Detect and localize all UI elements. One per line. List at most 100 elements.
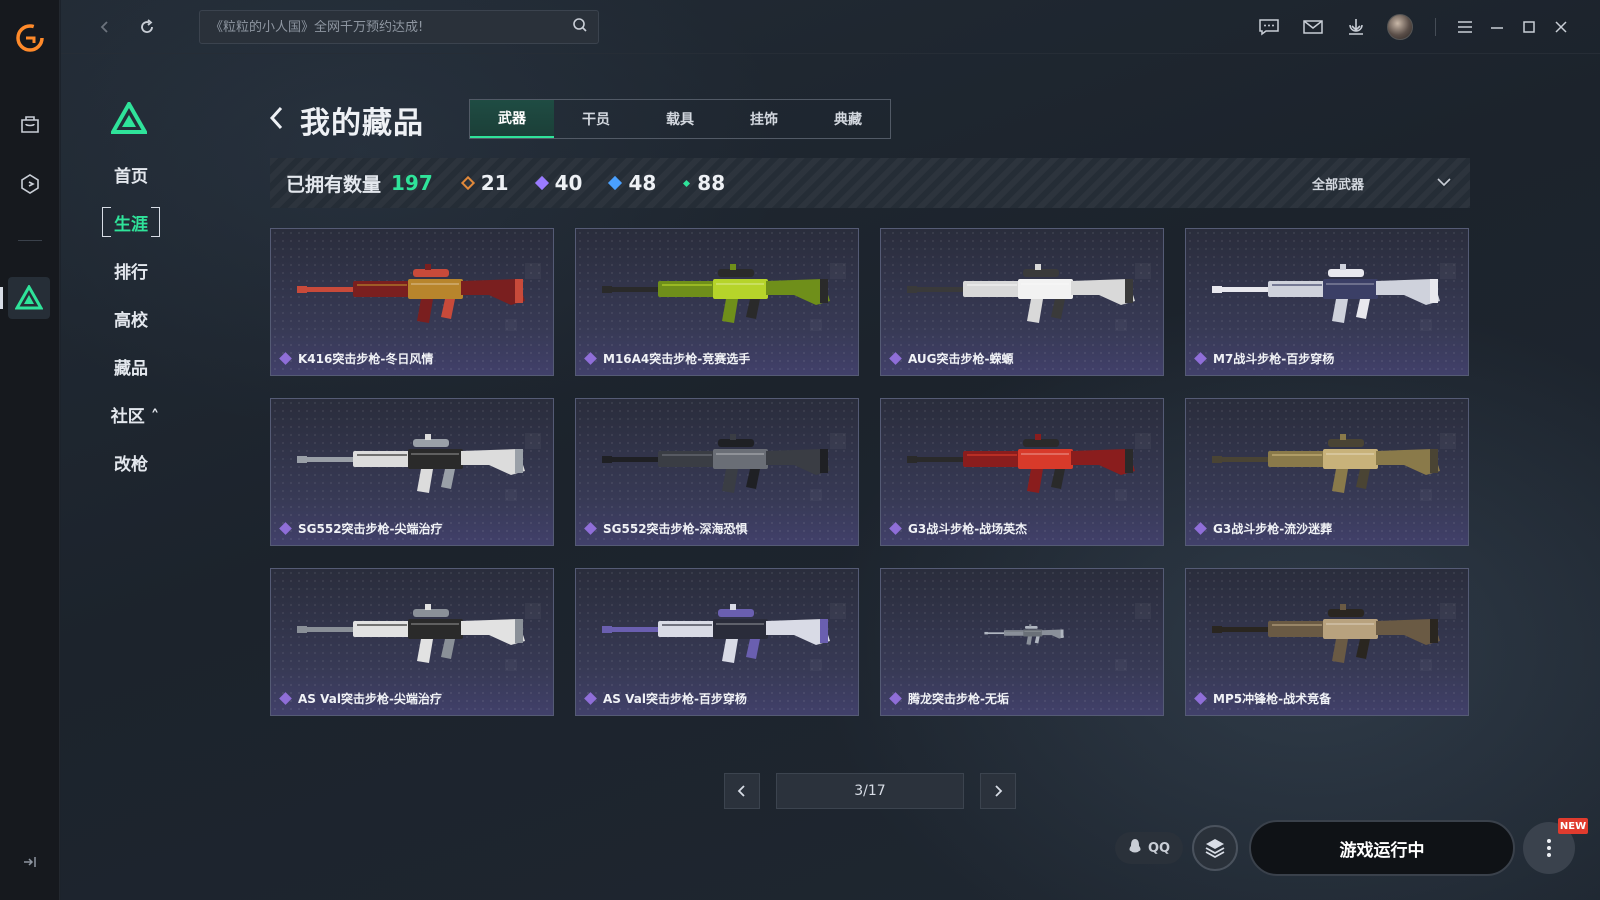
item-card[interactable]: SG552突击步枪-深海恐惧	[575, 398, 859, 546]
rarity-blue-value: 48	[628, 171, 657, 195]
item-card[interactable]: 腾龙突击步枪-无垢	[880, 568, 1164, 716]
prev-page-button[interactable]	[724, 773, 760, 809]
rarity-blue-count: 48	[608, 171, 657, 195]
item-card[interactable]: AS Val突击步枪-百步穿杨	[575, 568, 859, 716]
rarity-purple-count: 40	[534, 171, 583, 195]
weapon-thumbnail-icon	[1212, 434, 1440, 493]
close-icon[interactable]	[1549, 15, 1573, 39]
rarity-orange-count: 21	[460, 171, 509, 195]
weapon-filter-label: 全部武器	[1312, 177, 1365, 193]
game-tag-icon[interactable]	[14, 168, 46, 200]
page-indicator: 3/17	[776, 773, 964, 809]
tab-charms[interactable]: 挂饰	[722, 100, 806, 138]
rarity-purple-value: 40	[554, 171, 583, 195]
weapon-thumbnail-icon	[907, 264, 1135, 323]
rarity-green-value: 88	[697, 171, 726, 195]
item-card[interactable]: K416突击步枪-冬日风情	[270, 228, 554, 376]
page-title: 我的藏品	[300, 106, 424, 141]
next-page-button[interactable]	[980, 773, 1016, 809]
sidebar-item-home[interactable]: 首页	[105, 160, 157, 188]
app-rail	[0, 0, 60, 900]
qq-button[interactable]: QQ	[1115, 832, 1183, 864]
sidebar-item-ranking[interactable]: 排行	[105, 256, 157, 284]
game-running-button[interactable]: 游戏运行中	[1249, 820, 1515, 876]
new-badge: NEW	[1558, 818, 1588, 834]
rail-divider	[18, 240, 42, 241]
page-back-icon[interactable]	[268, 104, 286, 132]
item-name: MP5冲锋枪-战术竞备	[1194, 690, 1331, 707]
search-icon[interactable]	[572, 17, 588, 37]
more-vertical-icon	[1547, 839, 1551, 857]
weapon-thumbnail-icon	[984, 624, 1065, 645]
item-name: K416突击步枪-冬日风情	[279, 350, 433, 367]
item-name: 腾龙突击步枪-无垢	[889, 690, 1009, 707]
tab-collection[interactable]: 典藏	[806, 100, 890, 138]
rarity-orange-value: 21	[480, 171, 509, 195]
weapon-thumbnail-icon	[297, 264, 525, 323]
sidebar-item-community[interactable]: 社区 ˄	[105, 400, 165, 428]
maximize-icon[interactable]	[1517, 15, 1541, 39]
purple-diamond-icon	[1194, 692, 1207, 705]
tab-weapons[interactable]: 武器	[470, 100, 554, 138]
purple-diamond-icon	[889, 522, 902, 535]
item-card[interactable]: G3战斗步枪-流沙迷葬	[1185, 398, 1469, 546]
orange-diamond-icon	[460, 175, 475, 191]
item-name: M7战斗步枪-百步穿杨	[1194, 350, 1334, 367]
item-card[interactable]: AUG突击步枪-蝾螈	[880, 228, 1164, 376]
tab-vehicles[interactable]: 载具	[638, 100, 722, 138]
item-name: G3战斗步枪-战场英杰	[889, 520, 1027, 537]
weapon-filter-dropdown[interactable]: 全部武器	[1312, 170, 1452, 196]
chat-icon[interactable]	[1257, 15, 1281, 39]
item-name: AUG突击步枪-蝾螈	[889, 350, 1014, 367]
rail-active-indicator	[0, 287, 3, 309]
refresh-icon[interactable]	[135, 15, 159, 39]
owned-stats-bar: 已拥有数量 197 21 40 48 88 全部武器	[270, 158, 1470, 208]
top-bar	[61, 0, 1600, 54]
download-icon[interactable]	[1344, 15, 1368, 39]
sidebar-item-gunsmith[interactable]: 改枪	[105, 448, 157, 476]
weapon-thumbnail-icon	[602, 264, 830, 323]
purple-diamond-icon	[889, 692, 902, 705]
sidebar-item-college[interactable]: 高校	[105, 304, 157, 332]
chevron-right-icon	[995, 785, 1003, 797]
item-card[interactable]: SG552突击步枪-尖端治疗	[270, 398, 554, 546]
collapse-sidebar-icon[interactable]	[20, 852, 40, 872]
purple-diamond-icon	[584, 522, 597, 535]
menu-icon[interactable]	[1453, 15, 1477, 39]
delta-force-game-icon[interactable]	[8, 277, 50, 319]
store-bag-icon[interactable]	[14, 108, 46, 140]
weapon-thumbnail-icon	[602, 604, 830, 663]
chevron-down-icon	[1436, 176, 1452, 191]
mail-icon[interactable]	[1301, 15, 1325, 39]
blue-diamond-icon	[608, 175, 623, 191]
topbar-divider	[1435, 18, 1436, 36]
item-card[interactable]: G3战斗步枪-战场英杰	[880, 398, 1164, 546]
user-avatar[interactable]	[1387, 14, 1413, 40]
minimize-icon[interactable]	[1485, 15, 1509, 39]
item-name: SG552突击步枪-尖端治疗	[279, 520, 443, 537]
layers-icon	[1205, 839, 1225, 859]
purple-diamond-icon	[279, 692, 292, 705]
weapon-thumbnail-icon	[297, 434, 525, 493]
item-card[interactable]: MP5冲锋枪-战术竞备	[1185, 568, 1469, 716]
tab-operators[interactable]: 干员	[554, 100, 638, 138]
purple-diamond-icon	[1194, 522, 1207, 535]
app-logo-icon[interactable]	[14, 22, 46, 54]
item-card[interactable]: M7战斗步枪-百步穿杨	[1185, 228, 1469, 376]
item-name: SG552突击步枪-深海恐惧	[584, 520, 748, 537]
sidebar-item-career[interactable]: 生涯	[102, 207, 160, 237]
category-tabs: 武器 干员 载具 挂饰 典藏	[469, 99, 891, 139]
search-input[interactable]	[210, 19, 572, 35]
purple-diamond-icon	[279, 522, 292, 535]
layers-button[interactable]	[1192, 825, 1238, 871]
item-card[interactable]: M16A4突击步枪-竞赛选手	[575, 228, 859, 376]
owned-total-value: 197	[391, 171, 433, 195]
item-name: AS Val突击步枪-尖端治疗	[279, 690, 442, 707]
item-card[interactable]: AS Val突击步枪-尖端治疗	[270, 568, 554, 716]
sidebar-item-collection[interactable]: 藏品	[105, 352, 157, 380]
item-name: G3战斗步枪-流沙迷葬	[1194, 520, 1332, 537]
nav-back-icon[interactable]	[93, 15, 117, 39]
owned-count-label: 已拥有数量	[286, 173, 382, 196]
purple-diamond-icon	[534, 175, 549, 191]
weapon-thumbnail-icon	[1212, 604, 1440, 663]
